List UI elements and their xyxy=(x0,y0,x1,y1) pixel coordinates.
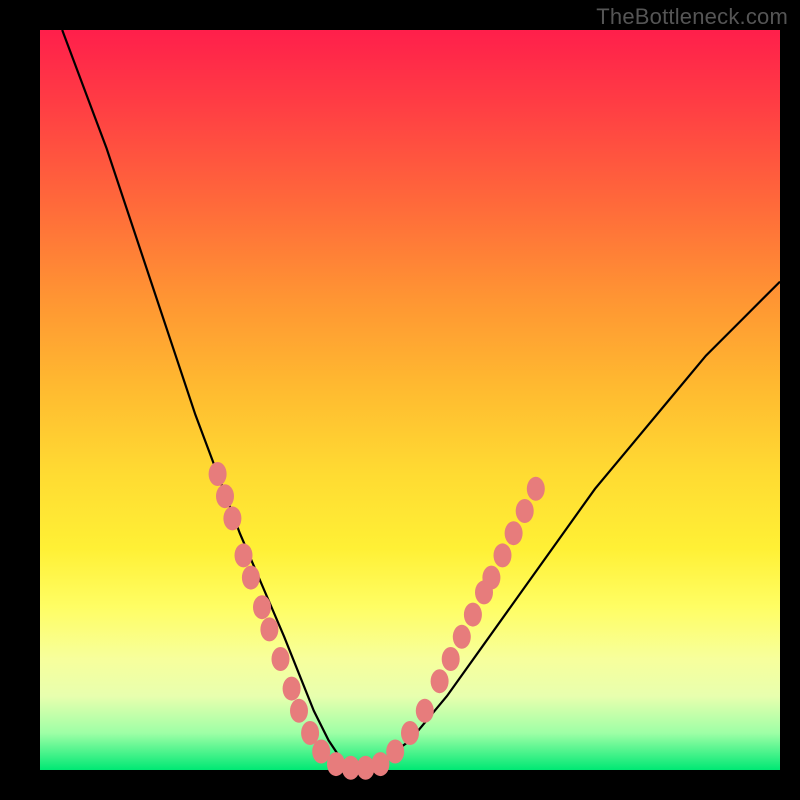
highlight-dot xyxy=(453,625,471,649)
highlight-dot xyxy=(464,603,482,627)
highlight-dot xyxy=(283,677,301,701)
highlight-dot xyxy=(482,566,500,590)
highlight-dot xyxy=(216,484,234,508)
highlight-dot xyxy=(505,521,523,545)
highlight-dot xyxy=(442,647,460,671)
highlight-dot xyxy=(223,506,241,530)
watermark-text: TheBottleneck.com xyxy=(596,4,788,30)
plot-area xyxy=(40,30,780,770)
highlight-dot xyxy=(242,566,260,590)
highlight-dot xyxy=(401,721,419,745)
chart-frame: TheBottleneck.com xyxy=(0,0,800,800)
highlight-dot xyxy=(494,543,512,567)
highlight-dot xyxy=(290,699,308,723)
highlight-dot xyxy=(431,669,449,693)
highlight-dot xyxy=(516,499,534,523)
highlight-dot xyxy=(235,543,253,567)
highlight-dot xyxy=(386,740,404,764)
highlight-dot xyxy=(312,740,330,764)
highlight-dot xyxy=(253,595,271,619)
highlight-dot xyxy=(272,647,290,671)
bottleneck-curve xyxy=(62,30,780,770)
highlight-dot xyxy=(527,477,545,501)
chart-svg xyxy=(40,30,780,770)
highlight-dot xyxy=(371,752,389,776)
highlight-dots xyxy=(209,462,545,780)
highlight-dot xyxy=(209,462,227,486)
highlight-dot xyxy=(416,699,434,723)
highlight-dot xyxy=(260,617,278,641)
